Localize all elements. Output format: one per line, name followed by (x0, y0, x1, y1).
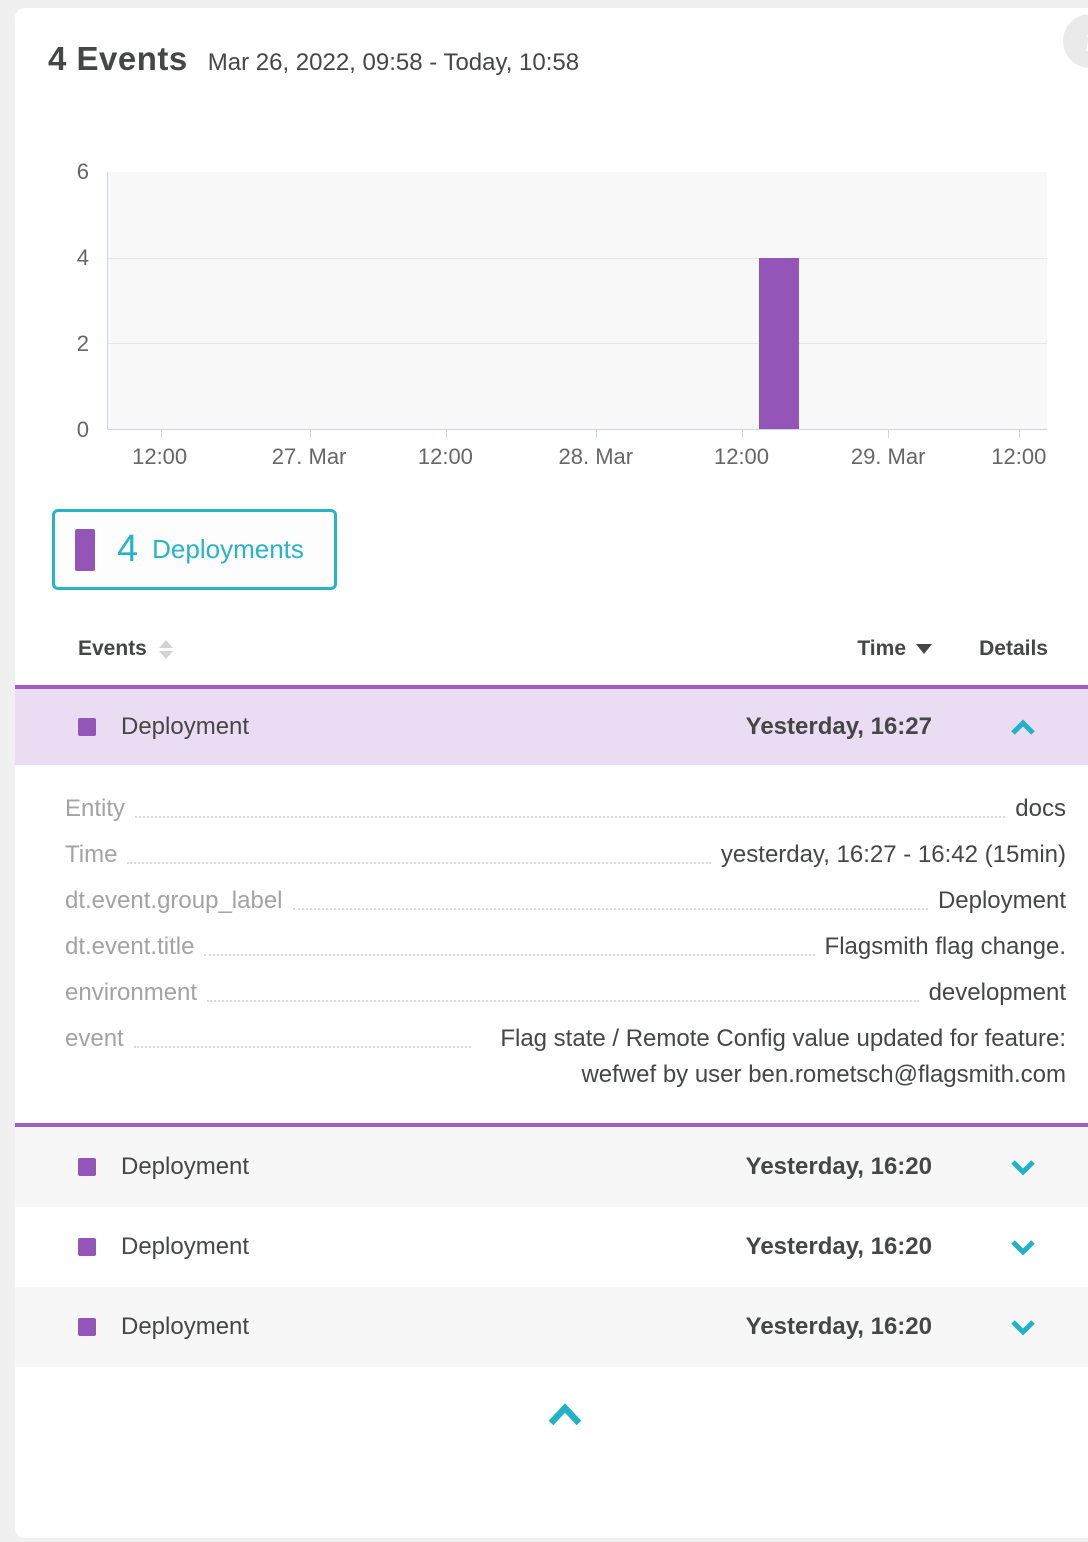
deployments-bar[interactable] (759, 258, 799, 429)
x-axis: 12:00 27. Mar 12:00 28. Mar 12:00 29. Ma… (107, 432, 1047, 478)
dotted-leader (134, 1021, 471, 1048)
detail-value: yesterday, 16:27 - 16:42 (15min) (721, 837, 1066, 873)
detail-value: Deployment (938, 883, 1066, 919)
detail-row: environment development (65, 975, 1066, 1011)
detail-row: dt.event.title Flagsmith flag change. (65, 929, 1066, 965)
event-time: Yesterday, 16:20 (746, 1233, 932, 1261)
chevron-down-icon[interactable] (932, 1239, 1048, 1256)
y-tick-label: 4 (77, 245, 89, 271)
y-tick-label: 2 (77, 331, 89, 357)
detail-row: Time yesterday, 16:27 - 16:42 (15min) (65, 837, 1066, 873)
dotted-leader (207, 975, 918, 1002)
x-tick-label: 28. Mar (559, 444, 634, 470)
deployments-swatch-icon (75, 529, 95, 571)
x-tick-label: 12:00 (132, 444, 187, 470)
events-chart: 6 4 2 0 (15, 172, 1088, 430)
x-tick-label: 29. Mar (851, 444, 926, 470)
deployment-square-icon (78, 1158, 96, 1176)
table-row[interactable]: Deployment Yesterday, 16:27 (15, 685, 1088, 765)
event-type: Deployment (121, 1313, 249, 1341)
caret-down-icon (916, 644, 932, 654)
event-time: Yesterday, 16:27 (746, 713, 932, 741)
page-title: 4 Events (48, 40, 188, 78)
events-table: Events Time Details Deployment Yesterday… (15, 632, 1088, 1427)
dotted-leader (135, 791, 1005, 818)
y-axis: 6 4 2 0 (15, 172, 107, 430)
gridline (108, 258, 1047, 259)
deployments-count: 4 (117, 528, 138, 571)
x-tick-label: 12:00 (418, 444, 473, 470)
collapse-panel-button[interactable] (15, 1403, 1088, 1427)
column-header-details: Details (932, 637, 1048, 661)
detail-label: environment (65, 975, 197, 1011)
detail-value: docs (1015, 791, 1066, 827)
column-header-time[interactable]: Time (857, 637, 932, 661)
chevron-down-icon[interactable] (932, 1159, 1048, 1176)
chart-plot-area (107, 172, 1047, 430)
date-range: Mar 26, 2022, 09:58 - Today, 10:58 (208, 49, 579, 77)
events-panel: i 4 Events Mar 26, 2022, 09:58 - Today, … (15, 8, 1088, 1538)
gridline (108, 343, 1047, 344)
detail-value: Flagsmith flag change. (825, 929, 1066, 965)
x-tick-label: 27. Mar (272, 444, 347, 470)
table-row[interactable]: Deployment Yesterday, 16:20 (15, 1127, 1088, 1207)
event-type: Deployment (121, 1153, 249, 1181)
table-header: Events Time Details (15, 632, 1088, 666)
detail-label: Time (65, 837, 117, 873)
deployments-legend-button[interactable]: 4 Deployments (52, 509, 337, 590)
panel-header: 4 Events Mar 26, 2022, 09:58 - Today, 10… (15, 8, 1088, 86)
table-row[interactable]: Deployment Yesterday, 16:20 (15, 1207, 1088, 1287)
dotted-leader (204, 929, 814, 956)
chevron-up-icon[interactable] (546, 1403, 584, 1427)
event-details: Entity docs Time yesterday, 16:27 - 16:4… (15, 765, 1088, 1127)
dotted-leader (293, 883, 928, 910)
deployments-label: Deployments (152, 534, 304, 565)
event-type: Deployment (121, 713, 249, 741)
detail-label: Entity (65, 791, 125, 827)
deployment-square-icon (78, 718, 96, 736)
event-type: Deployment (121, 1233, 249, 1261)
event-time: Yesterday, 16:20 (746, 1313, 932, 1341)
detail-value: Flag state / Remote Config value updated… (481, 1021, 1066, 1093)
table-row[interactable]: Deployment Yesterday, 16:20 (15, 1287, 1088, 1367)
chevron-up-icon[interactable] (932, 719, 1048, 736)
detail-row: dt.event.group_label Deployment (65, 883, 1066, 919)
sort-icon[interactable] (159, 640, 173, 659)
event-time: Yesterday, 16:20 (746, 1153, 932, 1181)
deployment-square-icon (78, 1318, 96, 1336)
chevron-down-icon[interactable] (932, 1319, 1048, 1336)
x-tick-label: 12:00 (991, 444, 1046, 470)
y-tick-label: 6 (77, 159, 89, 185)
detail-value: development (929, 975, 1066, 1011)
dotted-leader (127, 837, 710, 864)
column-header-events[interactable]: Events (78, 637, 147, 661)
detail-label: dt.event.group_label (65, 883, 283, 919)
detail-row: Entity docs (65, 791, 1066, 827)
detail-row: event Flag state / Remote Config value u… (65, 1021, 1066, 1093)
detail-label: dt.event.title (65, 929, 194, 965)
deployment-square-icon (78, 1238, 96, 1256)
detail-label: event (65, 1021, 124, 1057)
x-tick-label: 12:00 (714, 444, 769, 470)
y-tick-label: 0 (77, 417, 89, 443)
